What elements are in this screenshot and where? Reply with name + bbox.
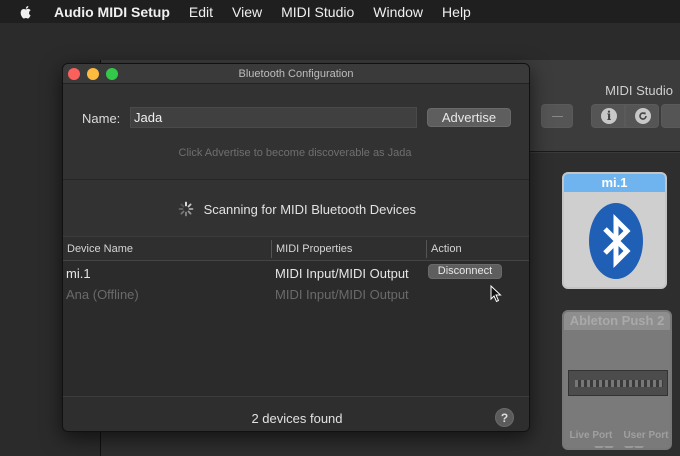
port-label: User Port	[623, 430, 669, 441]
scanning-status: Scanning for MIDI Bluetooth Devices	[63, 201, 529, 217]
column-header-midi-properties[interactable]: MIDI Properties	[276, 243, 352, 255]
zoom-button[interactable]	[106, 68, 118, 80]
spinner-icon	[178, 201, 194, 217]
refresh-button[interactable]	[625, 104, 659, 128]
port-connector-icon[interactable]	[634, 446, 644, 448]
device-ports: Live Port User Port	[564, 430, 670, 441]
device-table: Device Name MIDI Properties Action mi.1 …	[63, 236, 529, 396]
devices-found-count: 2 devices found	[251, 411, 343, 426]
mouse-cursor-icon	[490, 285, 502, 303]
column-header-device-name[interactable]: Device Name	[67, 243, 133, 255]
port-connector-icon[interactable]	[604, 446, 614, 448]
info-icon: i	[601, 108, 617, 124]
port-connector-icon[interactable]	[594, 446, 604, 448]
menu-midi-studio[interactable]: MIDI Studio	[281, 4, 354, 20]
table-row[interactable]: Ana (Offline) MIDI Input/MIDI Output	[63, 283, 529, 304]
midi-properties-cell: MIDI Input/MIDI Output	[275, 287, 409, 302]
push-controller-image	[568, 370, 668, 396]
toolbar-more-button[interactable]	[661, 104, 680, 128]
menu-help[interactable]: Help	[442, 4, 471, 20]
help-button[interactable]: ?	[495, 408, 514, 427]
name-label: Name:	[82, 111, 121, 126]
device-name-cell: Ana (Offline)	[66, 287, 139, 302]
port-connector-icon[interactable]	[624, 446, 634, 448]
disconnect-button[interactable]: Disconnect	[428, 264, 502, 279]
advertise-button[interactable]: Advertise	[427, 108, 511, 127]
close-button[interactable]	[68, 68, 80, 80]
midi-studio-title: MIDI Studio	[605, 83, 673, 98]
divider	[63, 179, 529, 180]
minimize-button[interactable]	[87, 68, 99, 80]
menu-bar: Audio MIDI Setup Edit View MIDI Studio W…	[0, 0, 680, 23]
device-tile-ableton-push-2[interactable]: Ableton Push 2 Live Port User Port	[562, 310, 672, 450]
device-tile-name: mi.1	[564, 174, 665, 192]
device-tile-name: Ableton Push 2	[564, 312, 670, 330]
minus-icon[interactable]	[541, 104, 573, 128]
column-header-action[interactable]: Action	[431, 243, 462, 255]
bluetooth-configuration-dialog: Bluetooth Configuration Name: Advertise …	[62, 63, 530, 432]
advertise-hint: Click Advertise to become discoverable a…	[178, 147, 412, 159]
bluetooth-icon	[589, 203, 643, 279]
menu-edit[interactable]: Edit	[189, 4, 213, 20]
info-button[interactable]: i	[591, 104, 625, 128]
app-name-menu[interactable]: Audio MIDI Setup	[54, 4, 170, 20]
midi-properties-cell: MIDI Input/MIDI Output	[275, 266, 409, 281]
device-name-cell: mi.1	[66, 266, 91, 281]
port-label: Live Port	[569, 430, 613, 441]
dialog-footer: 2 devices found ?	[63, 396, 529, 431]
table-header: Device Name MIDI Properties Action	[63, 237, 529, 261]
scanning-text: Scanning for MIDI Bluetooth Devices	[203, 202, 417, 217]
apple-icon[interactable]	[18, 4, 34, 20]
device-tile-mi1[interactable]: mi.1	[562, 172, 667, 289]
refresh-icon	[635, 108, 651, 124]
dialog-title: Bluetooth Configuration	[238, 68, 354, 80]
menu-window[interactable]: Window	[373, 4, 423, 20]
name-field[interactable]	[130, 107, 417, 128]
menu-view[interactable]: View	[232, 4, 262, 20]
dialog-titlebar: Bluetooth Configuration	[63, 64, 529, 84]
